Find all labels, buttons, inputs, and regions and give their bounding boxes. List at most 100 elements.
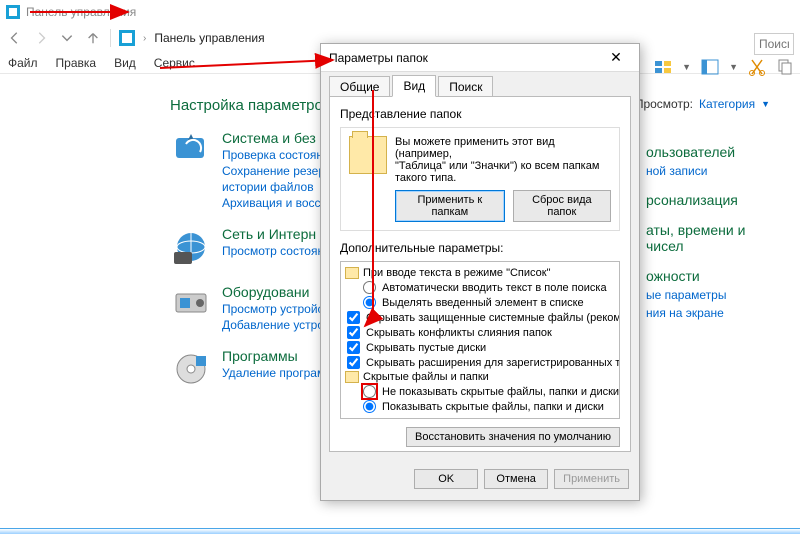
category-link[interactable]: Проверка состояни — [222, 148, 331, 162]
tab-general[interactable]: Общие — [329, 76, 390, 97]
breadcrumb[interactable]: Панель управления — [154, 31, 264, 45]
category-title[interactable]: Оборудовани — [222, 284, 331, 300]
advanced-item-label: Показывать скрытые файлы, папки и диски — [382, 401, 604, 413]
rcat-title[interactable]: ользователей — [646, 144, 786, 160]
pane-icon[interactable] — [701, 58, 719, 76]
advanced-item-label: При вводе текста в режиме "Список" — [363, 267, 550, 279]
advanced-item-label: Скрывать пустые диски — [366, 342, 486, 354]
folder-view-text: Вы можете применить этот вид (например, — [395, 136, 611, 160]
category-link[interactable]: Просмотр устройст — [222, 302, 331, 316]
apply-button[interactable]: Применить — [554, 469, 629, 489]
tab-strip: Общие Вид Поиск — [321, 72, 639, 96]
advanced-item[interactable]: Скрывать конфликты слияния папок — [343, 325, 617, 340]
advanced-item-label: Скрывать конфликты слияния папок — [366, 327, 552, 339]
hardware-icon — [170, 284, 212, 326]
window-border-bottom — [0, 528, 800, 534]
toolbar-right: ▼ ▼ — [654, 58, 794, 76]
chevron-down-icon[interactable]: ▼ — [761, 99, 770, 109]
advanced-item-label: Скрытые файлы и папки — [363, 371, 489, 383]
tab-view[interactable]: Вид — [392, 75, 436, 97]
cancel-button[interactable]: Отмена — [484, 469, 548, 489]
rcat-link[interactable]: ния на экране — [646, 306, 786, 320]
view-value[interactable]: Категория — [699, 97, 755, 111]
category-link[interactable]: Удаление програм — [222, 366, 325, 380]
window-titlebar: Панель управления — [0, 0, 800, 24]
right-category-list: ользователей ной записи рсонализация аты… — [646, 130, 786, 320]
advanced-settings-list[interactable]: При вводе текста в режиме "Список" Автома… — [340, 261, 620, 419]
advanced-item[interactable]: Не показывать скрытые файлы, папки и дис… — [343, 384, 617, 399]
advanced-item-label: Скрывать расширения для зарегистрированн… — [366, 357, 620, 369]
checkbox[interactable] — [347, 326, 360, 339]
category-title[interactable]: Программы — [222, 348, 325, 364]
dropdown-icon[interactable]: ▼ — [682, 62, 691, 72]
rcat-title[interactable]: рсонализация — [646, 192, 786, 208]
category-link[interactable]: Архивация и восст — [222, 196, 331, 210]
menu-file[interactable]: Файл — [8, 56, 38, 70]
cut-icon[interactable] — [748, 58, 766, 76]
organize-icon[interactable] — [654, 58, 672, 76]
copy-icon[interactable] — [776, 58, 794, 76]
view-selector: Просмотр: Категория ▼ — [635, 97, 770, 111]
ok-button[interactable]: OK — [414, 469, 478, 489]
folder-options-dialog: Параметры папок ✕ Общие Вид Поиск Предст… — [320, 43, 640, 501]
forward-button[interactable] — [32, 29, 50, 47]
rcat-link[interactable]: ые параметры — [646, 288, 786, 302]
dialog-footer: OK Отмена Применить — [321, 460, 639, 498]
checkbox[interactable] — [347, 356, 360, 369]
rcat-title[interactable]: аты, времени и чисел — [646, 222, 786, 254]
category-title[interactable]: Система и без — [222, 130, 331, 146]
folder-mini-icon — [345, 267, 359, 279]
radio[interactable] — [363, 296, 376, 309]
category-link[interactable]: Просмотр состояни — [222, 244, 331, 258]
folder-icon — [349, 136, 387, 174]
advanced-item[interactable]: Скрывать пустые диски — [343, 340, 617, 355]
dropdown-icon-2[interactable]: ▼ — [729, 62, 738, 72]
advanced-label: Дополнительные параметры: — [340, 241, 620, 255]
radio[interactable] — [363, 385, 376, 398]
category-link[interactable]: Добавление устрой — [222, 318, 331, 332]
view-label: Просмотр: — [635, 97, 693, 111]
advanced-item[interactable]: Скрытые файлы и папки — [343, 370, 617, 384]
radio[interactable] — [363, 400, 376, 413]
reset-folders-button[interactable]: Сброс вида папок — [513, 190, 611, 222]
advanced-item[interactable]: Скрывать расширения для зарегистрированн… — [343, 355, 617, 370]
checkbox[interactable] — [347, 341, 360, 354]
folder-view-box: Вы можете применить этот вид (например, … — [340, 127, 620, 231]
rcat-title[interactable]: ожности — [646, 268, 786, 284]
folder-view-text: "Таблица" или "Значки") ко всем папкам — [395, 160, 611, 172]
advanced-item[interactable]: Выделять введенный элемент в списке — [343, 295, 617, 310]
history-dropdown[interactable] — [58, 29, 76, 47]
folder-view-text: такого типа. — [395, 172, 611, 184]
back-button[interactable] — [6, 29, 24, 47]
chevron-right-icon: › — [143, 33, 146, 44]
apply-to-folders-button[interactable]: Применить к папкам — [395, 190, 505, 222]
dialog-title: Параметры папок — [329, 51, 428, 65]
tab-search[interactable]: Поиск — [438, 76, 493, 97]
category-link[interactable]: истории файлов — [222, 180, 331, 194]
advanced-item-label: Скрывать защищенные системные файлы (рек… — [366, 312, 620, 324]
advanced-item[interactable]: Скрывать защищенные системные файлы (рек… — [343, 310, 617, 325]
menu-service[interactable]: Сервис — [154, 56, 195, 70]
rcat-link[interactable]: ной записи — [646, 164, 786, 178]
page-title: Настройка параметров — [170, 97, 331, 114]
window-title: Панель управления — [26, 5, 136, 19]
dialog-titlebar: Параметры папок ✕ — [321, 44, 639, 72]
checkbox[interactable] — [347, 311, 360, 324]
network-icon — [170, 226, 212, 268]
advanced-item[interactable]: При вводе текста в режиме "Список" — [343, 266, 617, 280]
tab-panel-view: Представление папок Вы можете применить … — [329, 96, 631, 452]
system-icon — [170, 130, 212, 172]
advanced-item-label: Выделять введенный элемент в списке — [382, 297, 584, 309]
category-title[interactable]: Сеть и Интерн — [222, 226, 331, 242]
category-link[interactable]: Сохранение резерв — [222, 164, 331, 178]
menu-edit[interactable]: Правка — [56, 56, 97, 70]
advanced-item[interactable]: Автоматически вводить текст в поле поиск… — [343, 280, 617, 295]
restore-defaults-button[interactable]: Восстановить значения по умолчанию — [406, 427, 620, 447]
advanced-item-label: Автоматически вводить текст в поле поиск… — [382, 282, 607, 294]
radio[interactable] — [363, 281, 376, 294]
search-input[interactable] — [754, 33, 794, 55]
up-button[interactable] — [84, 29, 102, 47]
close-button[interactable]: ✕ — [601, 48, 631, 68]
menu-view[interactable]: Вид — [114, 56, 136, 70]
advanced-item[interactable]: Показывать скрытые файлы, папки и диски — [343, 399, 617, 414]
